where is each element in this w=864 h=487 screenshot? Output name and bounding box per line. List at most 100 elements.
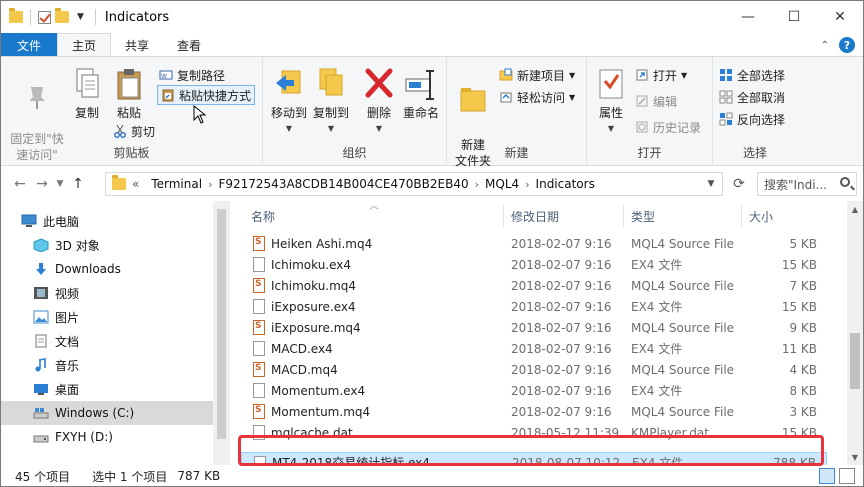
open-button[interactable]: 打开 ▼ — [635, 65, 687, 85]
column-header-name[interactable]: 名称 — [251, 208, 275, 225]
help-icon[interactable]: ? — [839, 37, 855, 53]
new-item-icon — [499, 68, 513, 81]
nav-item-music[interactable]: 音乐 — [1, 353, 213, 377]
maximize-button[interactable]: ☐ — [771, 1, 817, 33]
properties-button[interactable]: 属性 ▼ — [593, 67, 629, 137]
search-icon — [840, 177, 850, 187]
nav-item-fxyh-d[interactable]: FXYH (D:) — [1, 425, 213, 449]
paste-shortcut-button[interactable]: 粘贴快捷方式 — [157, 85, 256, 105]
select-none-button[interactable]: 全部取消 — [719, 87, 785, 107]
address-dropdown-icon[interactable]: ▼ — [700, 173, 722, 195]
column-header-type[interactable]: 类型 — [631, 208, 655, 225]
rename-icon — [405, 70, 434, 100]
refresh-button[interactable]: ⟳ — [727, 172, 751, 196]
file-list-scrollbar-thumb[interactable] — [850, 333, 860, 389]
forward-button[interactable]: → — [31, 173, 53, 195]
tab-file[interactable]: 文件 — [1, 33, 58, 57]
column-header-size[interactable]: 大小 — [749, 208, 773, 225]
invert-selection-button[interactable]: 反向选择 — [719, 109, 785, 129]
file-row[interactable]: iExposure.mq4 2018-02-07 9:16 MQL4 Source … — [241, 317, 827, 338]
large-icons-view-icon[interactable] — [839, 468, 855, 484]
column-header-date[interactable]: 修改日期 — [511, 208, 559, 225]
folder-icon — [9, 8, 23, 23]
file-row[interactable]: Heiken Ashi.mq4 2018-02-07 9:16 MQL4 Sourc… — [241, 233, 827, 254]
paste-button[interactable]: 粘贴 — [109, 67, 149, 121]
breadcrumb-terminal-id[interactable]: F92172543A8CDB14B004CE470BB2EB40 — [218, 177, 468, 191]
minimize-button[interactable]: — — [725, 1, 771, 33]
file-size: 9 KB — [789, 320, 817, 335]
file-icon — [253, 257, 265, 272]
copy-button[interactable]: 复制 — [69, 67, 105, 121]
address-prefix[interactable]: « — [132, 177, 139, 191]
nav-scrollbar[interactable] — [213, 201, 230, 465]
nav-scrollbar-thumb[interactable] — [217, 209, 226, 439]
status-bar: 45 个项目 选中 1 个项目 787 KB — [1, 465, 863, 487]
file-row[interactable]: Ichimoku.ex4 2018-02-07 9:16 EX4 文件 15 KB — [241, 254, 827, 275]
tab-view[interactable]: 查看 — [163, 33, 215, 57]
breadcrumb-mql4[interactable]: MQL4 — [485, 177, 519, 191]
navigation-pane: 此电脑 3D 对象 Downloads 视频 图片 文档 音乐 桌面 Windo… — [1, 201, 213, 465]
scroll-down-icon[interactable]: ▼ — [847, 449, 863, 465]
select-group-label: 选择 — [742, 146, 767, 160]
up-button[interactable]: ↑ — [67, 173, 89, 195]
file-list-scrollbar[interactable]: ▲ ▼ — [847, 201, 863, 465]
quick-access-dropdown-icon[interactable]: ▼ — [77, 12, 84, 22]
easy-access-button[interactable]: 轻松访问 ▼ — [499, 87, 575, 107]
delete-icon — [365, 68, 393, 98]
file-row[interactable]: Momentum.mq4 2018-02-07 9:16 MQL4 Source F… — [241, 401, 827, 422]
history-button[interactable]: 历史记录 — [635, 117, 701, 137]
close-button[interactable]: ✕ — [817, 1, 863, 33]
scroll-up-icon[interactable]: ▲ — [847, 201, 863, 217]
cut-button[interactable]: 剪切 — [113, 121, 155, 141]
history-icon — [636, 121, 648, 133]
details-view-icon[interactable] — [819, 468, 835, 484]
file-type: EX4 文件 — [631, 384, 683, 398]
move-to-button[interactable]: 移动到 ▼ — [267, 67, 311, 137]
copy-to-button[interactable]: 复制到 ▼ — [309, 67, 353, 137]
open-icon — [636, 69, 648, 81]
search-placeholder: 搜索"Indi... — [764, 177, 828, 192]
nav-item-downloads[interactable]: Downloads — [1, 257, 213, 281]
nav-item-3d-objects[interactable]: 3D 对象 — [1, 233, 213, 257]
file-row[interactable]: MACD.ex4 2018-02-07 9:16 EX4 文件 11 KB — [241, 338, 827, 359]
file-name: MACD.mq4 — [271, 362, 338, 377]
tab-home[interactable]: 主页 — [57, 33, 112, 57]
breadcrumb-indicators[interactable]: Indicators — [536, 177, 595, 191]
select-all-button[interactable]: 全部选择 — [719, 65, 785, 85]
paste-icon — [117, 69, 141, 100]
title-bar: ▼ Indicators — ☐ ✕ — [1, 1, 863, 33]
breadcrumb-terminal[interactable]: Terminal — [151, 177, 202, 191]
properties-quick-icon[interactable] — [38, 10, 51, 24]
file-row[interactable]: iExposure.ex4 2018-02-07 9:16 EX4 文件 15 KB — [241, 296, 827, 317]
tab-share[interactable]: 共享 — [111, 33, 163, 57]
search-input[interactable]: 搜索"Indi... — [757, 172, 857, 196]
edit-button[interactable]: 编辑 — [635, 91, 677, 111]
file-type: MQL4 Source File — [631, 320, 735, 335]
file-row[interactable]: MACD.mq4 2018-02-07 9:16 MQL4 Source File 4… — [241, 359, 827, 380]
nav-item-videos[interactable]: 视频 — [1, 281, 213, 305]
file-name: Heiken Ashi.mq4 — [271, 236, 373, 251]
recent-locations-icon[interactable]: ▼ — [53, 173, 67, 195]
nav-item-documents[interactable]: 文档 — [1, 329, 213, 353]
file-row[interactable]: Ichimoku.mq4 2018-02-07 9:16 MQL4 Source F… — [241, 275, 827, 296]
nav-item-this-pc[interactable]: 此电脑 — [1, 209, 213, 233]
address-bar[interactable]: « Terminal › F92172543A8CDB14B004CE470BB… — [105, 172, 723, 196]
copy-path-button[interactable]: W 复制路径 — [159, 65, 225, 85]
delete-button[interactable]: 删除 ▼ — [363, 67, 395, 137]
file-name: Momentum.ex4 — [271, 383, 366, 398]
rename-button[interactable]: 重命名 — [399, 67, 443, 121]
pin-icon — [29, 87, 45, 109]
new-group: 新建 文件夹 新建项目 ▼ 轻松访问 ▼ 新建 — [447, 57, 587, 168]
file-size: 3 KB — [789, 404, 817, 419]
nav-item-desktop[interactable]: 桌面 — [1, 377, 213, 401]
expand-ribbon-icon[interactable]: ⌃ — [821, 40, 829, 51]
selected-size: 787 KB — [177, 469, 221, 483]
file-row[interactable]: Momentum.ex4 2018-02-07 9:16 EX4 文件 8 KB — [241, 380, 827, 401]
nav-item-pictures[interactable]: 图片 — [1, 305, 213, 329]
music-icon — [35, 358, 46, 372]
new-item-button[interactable]: 新建项目 ▼ — [499, 65, 575, 85]
new-folder-quick-icon[interactable] — [55, 8, 69, 23]
nav-item-windows-c[interactable]: Windows (C:) — [1, 401, 213, 425]
desktop-icon — [34, 384, 48, 395]
back-button[interactable]: ← — [9, 173, 31, 195]
